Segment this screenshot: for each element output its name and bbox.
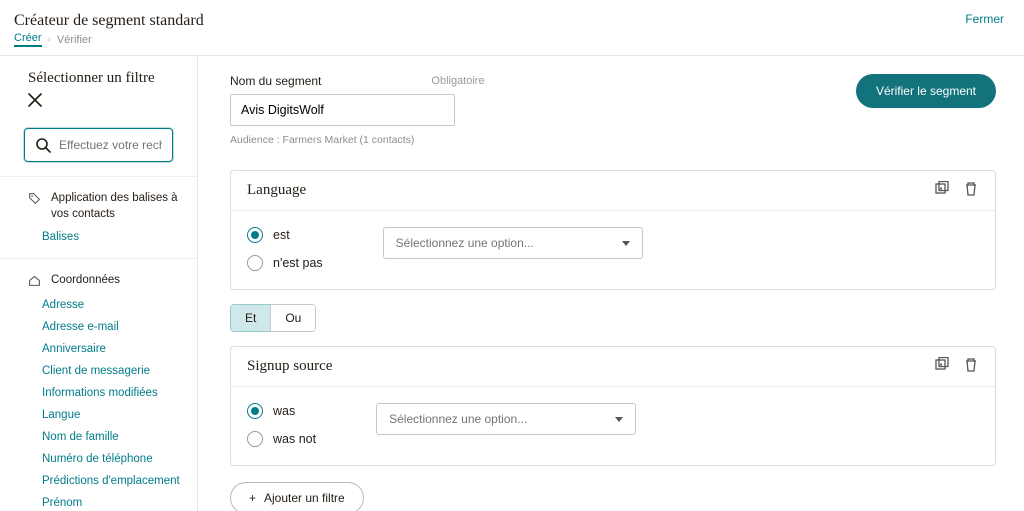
- radio-was[interactable]: was: [247, 403, 316, 419]
- condition-header: Language: [231, 171, 995, 211]
- value-select[interactable]: Sélectionnez une option...: [383, 227, 643, 259]
- tag-icon: [28, 192, 41, 208]
- segment-header-row: Nom du segment Obligatoire Audience : Fa…: [230, 74, 996, 146]
- header-left: Créateur de segment standard Créer › Vér…: [14, 12, 204, 47]
- chevron-down-icon: [615, 417, 623, 422]
- delete-icon[interactable]: [963, 357, 979, 376]
- name-labels: Nom du segment Obligatoire: [230, 74, 485, 88]
- required-label: Obligatoire: [431, 75, 484, 87]
- radio-label: was not: [273, 432, 316, 446]
- radio-dot-icon: [247, 227, 263, 243]
- operator-radios: was was not: [247, 403, 316, 447]
- sidebar-link[interactable]: Client de messagerie: [0, 360, 197, 382]
- filter-section-label: Coordonnées: [51, 273, 120, 289]
- delete-icon[interactable]: [963, 181, 979, 200]
- plus-icon: +: [249, 491, 256, 505]
- filter-section-head[interactable]: Application des balises à vos contacts: [0, 187, 197, 226]
- search-input[interactable]: [59, 138, 162, 152]
- condition-header: Signup source: [231, 347, 995, 387]
- search-icon: [35, 137, 51, 153]
- layout: Sélectionner un filtre Application des b…: [0, 56, 1024, 511]
- condition-actions: [933, 357, 979, 376]
- filter-section-coordonnees: Coordonnées Adresse Adresse e-mail Anniv…: [0, 258, 197, 511]
- sidebar-link[interactable]: Informations modifiées: [0, 382, 197, 404]
- condition-body: was was not Sélectionnez une option...: [231, 387, 995, 465]
- radio-label: n'est pas: [273, 256, 323, 270]
- filter-section-head[interactable]: Coordonnées: [0, 269, 197, 294]
- sidebar-header: Sélectionner un filtre: [0, 56, 197, 122]
- radio-dot-icon: [247, 403, 263, 419]
- filter-section-label: Application des balises à vos contacts: [51, 191, 181, 222]
- close-link[interactable]: Fermer: [965, 12, 1004, 26]
- top-header: Créateur de segment standard Créer › Vér…: [0, 0, 1024, 56]
- sidebar-link[interactable]: Prénom: [0, 492, 197, 511]
- duplicate-icon[interactable]: [933, 357, 949, 376]
- add-filter-label: Ajouter un filtre: [264, 491, 345, 505]
- home-icon: [28, 274, 41, 290]
- radio-label: est: [273, 228, 290, 242]
- search-wrap: [0, 128, 197, 176]
- radio-nest-pas[interactable]: n'est pas: [247, 255, 323, 271]
- close-icon[interactable]: [28, 93, 42, 112]
- verify-segment-button[interactable]: Vérifier le segment: [856, 74, 996, 108]
- breadcrumb: Créer › Vérifier: [14, 32, 204, 47]
- breadcrumb-step-verify[interactable]: Vérifier: [57, 34, 92, 46]
- segment-name-input[interactable]: [230, 94, 455, 126]
- radio-est[interactable]: est: [247, 227, 323, 243]
- sidebar-link[interactable]: Nom de famille: [0, 426, 197, 448]
- radio-dot-icon: [247, 255, 263, 271]
- radio-was-not[interactable]: was not: [247, 431, 316, 447]
- audience-line: Audience : Farmers Market (1 contacts): [230, 134, 485, 146]
- main: Nom du segment Obligatoire Audience : Fa…: [198, 56, 1024, 511]
- sidebar-link[interactable]: Adresse e-mail: [0, 316, 197, 338]
- condition-card-language: Language est: [230, 170, 996, 290]
- select-placeholder: Sélectionnez une option...: [389, 412, 527, 426]
- select-placeholder: Sélectionnez une option...: [396, 236, 534, 250]
- sidebar-link[interactable]: Anniversaire: [0, 338, 197, 360]
- sidebar-link[interactable]: Numéro de téléphone: [0, 448, 197, 470]
- operator-radios: est n'est pas: [247, 227, 323, 271]
- page-title: Créateur de segment standard: [14, 12, 204, 30]
- sidebar-link[interactable]: Langue: [0, 404, 197, 426]
- duplicate-icon[interactable]: [933, 181, 949, 200]
- filter-section-tags: Application des balises à vos contacts B…: [0, 176, 197, 258]
- name-label: Nom du segment: [230, 74, 321, 88]
- radio-dot-icon: [247, 431, 263, 447]
- value-select[interactable]: Sélectionnez une option...: [376, 403, 636, 435]
- search-input-wrapper[interactable]: [24, 128, 173, 162]
- radio-label: was: [273, 404, 295, 418]
- condition-title: Signup source: [247, 358, 332, 375]
- logic-toggle: Et Ou: [230, 304, 316, 332]
- sidebar: Sélectionner un filtre Application des b…: [0, 56, 198, 511]
- breadcrumb-step-create[interactable]: Créer: [14, 32, 42, 47]
- logic-and[interactable]: Et: [230, 304, 270, 332]
- logic-or[interactable]: Ou: [270, 304, 316, 332]
- condition-body: est n'est pas Sélectionnez une option...: [231, 211, 995, 289]
- condition-card-signup-source: Signup source was: [230, 346, 996, 466]
- chevron-down-icon: [622, 241, 630, 246]
- sidebar-link[interactable]: Prédictions d'emplacement: [0, 470, 197, 492]
- chevron-right-icon: ›: [48, 34, 51, 45]
- sidebar-title: Sélectionner un filtre: [28, 70, 173, 87]
- sidebar-link-balises[interactable]: Balises: [0, 226, 197, 248]
- add-filter-button[interactable]: + Ajouter un filtre: [230, 482, 364, 511]
- condition-title: Language: [247, 182, 306, 199]
- name-block: Nom du segment Obligatoire Audience : Fa…: [230, 74, 485, 146]
- condition-actions: [933, 181, 979, 200]
- sidebar-link[interactable]: Adresse: [0, 294, 197, 316]
